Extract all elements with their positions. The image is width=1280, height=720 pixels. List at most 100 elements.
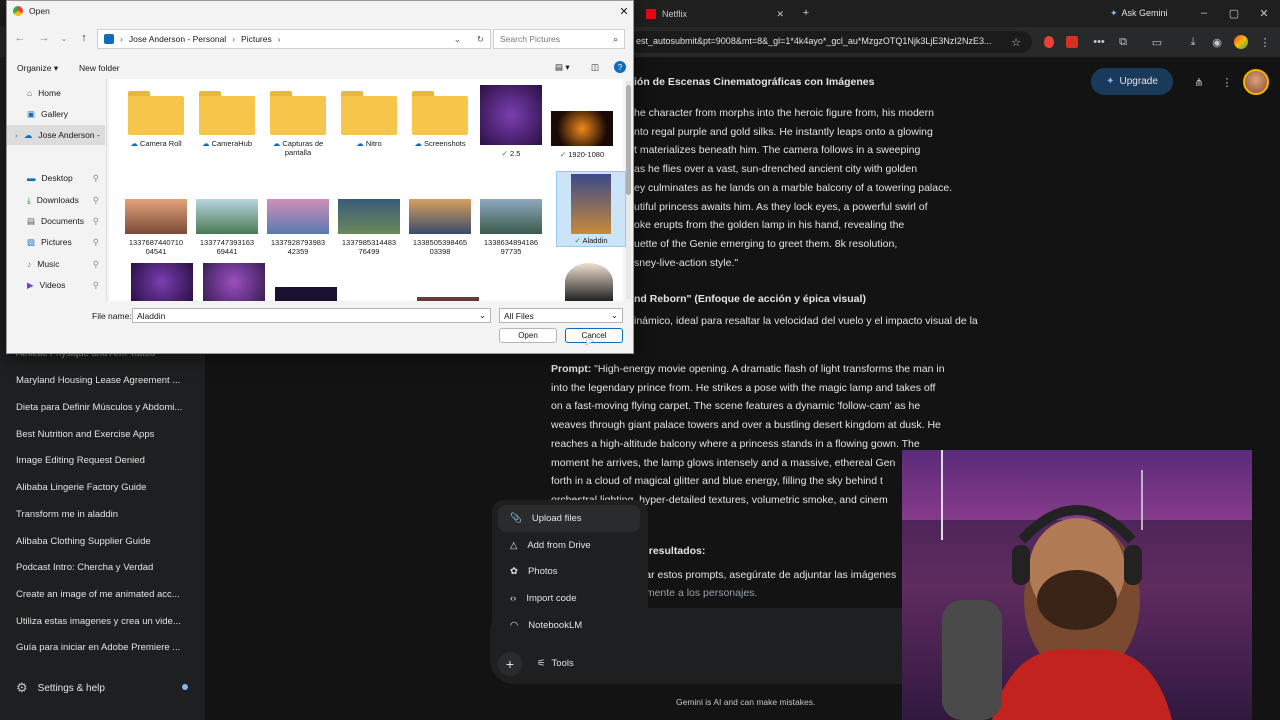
sync-icon: ☁: [356, 139, 364, 148]
image-thumbnail: [196, 199, 258, 234]
file-item[interactable]: 1337747393163 69441: [194, 199, 260, 256]
cast-icon[interactable]: ▭: [1150, 34, 1164, 50]
breadcrumb-item[interactable]: Jose Anderson - Personal: [129, 34, 226, 44]
extension-dots-icon[interactable]: •••: [1092, 34, 1106, 50]
more-options-icon[interactable]: ⋮: [1220, 74, 1234, 90]
upgrade-button[interactable]: ✦ Upgrade: [1091, 68, 1173, 95]
history-item[interactable]: Dieta para Definir Músculos y Abdomi...: [16, 402, 182, 413]
image-thumbnail[interactable]: [417, 297, 479, 301]
forward-arrow-icon[interactable]: →: [37, 31, 51, 45]
chevron-down-icon[interactable]: ⌄: [611, 310, 618, 321]
open-button[interactable]: Open: [499, 328, 557, 343]
nav-home[interactable]: ⌂ Home: [7, 83, 105, 103]
file-item[interactable]: ☁ Screenshots: [407, 91, 473, 148]
history-item[interactable]: Create an image of me animated acc...: [16, 589, 180, 600]
file-item[interactable]: 1338634894186 97735: [478, 199, 544, 256]
menu-add-from-drive[interactable]: △ Add from Drive: [498, 532, 640, 559]
address-bar[interactable]: est_autosubmit&pt=9008&mt=8&_gl=1*4k4ayo…: [628, 31, 1032, 53]
nav-desktop[interactable]: ▬ Desktop ⚲: [7, 168, 105, 188]
user-avatar[interactable]: [1243, 69, 1269, 95]
file-type-select[interactable]: All Files ⌄: [499, 308, 623, 323]
ask-gemini-button[interactable]: ✦ Ask Gemini: [1104, 5, 1174, 21]
chevron-down-icon[interactable]: ⌄: [479, 310, 486, 321]
breadcrumb[interactable]: › Jose Anderson - Personal › Pictures › …: [97, 29, 491, 49]
new-tab-icon[interactable]: +: [798, 5, 814, 21]
history-item[interactable]: Alibaba Lingerie Factory Guide: [16, 482, 146, 493]
up-arrow-icon[interactable]: ↑: [77, 31, 91, 45]
scrollbar-thumb[interactable]: [626, 85, 631, 195]
nav-pictures[interactable]: ▨ Pictures ⚲: [7, 232, 105, 252]
profile-avatar[interactable]: [1234, 35, 1248, 49]
history-item[interactable]: Guía para iniciar en Adobe Premiere ...: [16, 642, 180, 653]
tools-button[interactable]: ⚟ Tools: [537, 658, 574, 669]
sparkle-icon: ✦: [1110, 7, 1118, 18]
history-item[interactable]: Podcast Intro: Chercha y Verdad: [16, 562, 153, 573]
settings-help-item[interactable]: ⚙ Settings & help: [16, 680, 105, 696]
file-item[interactable]: ☁ CameraHub: [194, 91, 260, 148]
bookmark-star-icon[interactable]: ☆: [1008, 34, 1024, 50]
history-item[interactable]: Transform me in aladdin: [16, 509, 118, 520]
nav-gallery[interactable]: ▣ Gallery: [7, 104, 105, 124]
minimize-icon[interactable]: –: [1196, 5, 1212, 21]
scrollbar[interactable]: [626, 81, 631, 299]
maximize-icon[interactable]: ▢: [1226, 5, 1242, 21]
menu-upload-files[interactable]: 📎 Upload files: [498, 505, 640, 532]
close-dialog-icon[interactable]: ✕: [617, 3, 631, 19]
puzzle-icon[interactable]: ⧉: [1116, 34, 1130, 50]
help-icon[interactable]: ?: [614, 61, 626, 73]
chevron-down-icon[interactable]: ⌄: [454, 34, 461, 45]
file-name-value: Aladdin: [137, 310, 166, 321]
history-item[interactable]: Image Editing Request Denied: [16, 455, 145, 466]
preview-pane-icon[interactable]: ◫: [591, 62, 599, 73]
history-item[interactable]: Maryland Housing Lease Agreement ...: [16, 375, 180, 386]
section-heading: nd Reborn" (Enfoque de acción y épica vi…: [634, 293, 866, 305]
nav-videos[interactable]: ▶ Videos ⚲: [7, 275, 105, 295]
nav-onedrive[interactable]: › ☁ Jose Anderson -: [7, 125, 105, 145]
file-item[interactable]: 1337687440710 04541: [123, 199, 189, 256]
recent-dropdown-icon[interactable]: ⌄: [59, 31, 69, 45]
close-window-icon[interactable]: ✕: [1256, 5, 1272, 21]
history-item[interactable]: Utiliza estas imagenes y crea un vide...: [16, 616, 181, 627]
close-tab-icon[interactable]: ✕: [776, 9, 784, 20]
file-item[interactable]: ☁ Nitro: [336, 91, 402, 148]
view-options-icon[interactable]: ▤ ▾: [555, 62, 570, 73]
file-name-label: File name:: [92, 311, 132, 321]
tab-netflix[interactable]: Netflix ✕: [638, 3, 792, 25]
nav-music[interactable]: ♪ Music ⚲: [7, 254, 105, 274]
menu-kebab-icon[interactable]: ⋮: [1258, 34, 1272, 50]
adblock-icon[interactable]: [1066, 36, 1078, 48]
file-item[interactable]: 1337928793983 42359: [265, 199, 331, 256]
image-thumbnail[interactable]: [275, 287, 337, 301]
share-icon[interactable]: ⋔: [1192, 74, 1206, 90]
image-thumbnail[interactable]: [565, 263, 613, 301]
desktop-icon: ▬: [27, 173, 36, 183]
file-name-input[interactable]: Aladdin ⌄: [132, 308, 491, 323]
file-item[interactable]: ✓ 2.5: [478, 85, 544, 158]
new-folder-button[interactable]: New folder: [79, 63, 120, 73]
refresh-icon[interactable]: ↻: [477, 34, 484, 45]
add-attachment-button[interactable]: +: [498, 652, 522, 676]
image-thumbnail[interactable]: [131, 263, 193, 301]
search-field[interactable]: Search Pictures ⌕: [493, 29, 625, 49]
nav-downloads[interactable]: ⤓ Downloads ⚲: [7, 190, 105, 210]
file-item[interactable]: 1337985314483 76499: [336, 199, 402, 256]
menu-notebooklm[interactable]: ◠ NotebookLM: [498, 612, 640, 639]
menu-photos[interactable]: ✿ Photos: [498, 558, 640, 585]
file-item-selected[interactable]: ✓ Aladdin: [556, 171, 626, 247]
image-thumbnail[interactable]: [203, 263, 265, 301]
history-item[interactable]: Best Nutrition and Exercise Apps: [16, 429, 154, 440]
account-icon[interactable]: ◉: [1210, 34, 1224, 50]
nav-documents[interactable]: ▤ Documents ⚲: [7, 211, 105, 231]
back-arrow-icon[interactable]: ←: [13, 31, 27, 45]
extension-icon[interactable]: [1044, 36, 1054, 48]
gallery-icon: ▣: [27, 108, 36, 119]
file-item[interactable]: ✓ 1920-1080: [549, 111, 615, 159]
file-item[interactable]: ☁ Capturas de pantalla: [265, 91, 331, 157]
breadcrumb-item[interactable]: Pictures: [241, 34, 272, 44]
file-item[interactable]: ☁ Camera Roll: [123, 91, 189, 148]
history-item[interactable]: Alibaba Clothing Supplier Guide: [16, 536, 151, 547]
file-item[interactable]: 1338505398465 03398: [407, 199, 473, 256]
download-icon[interactable]: ⤓: [1186, 34, 1200, 50]
organize-menu[interactable]: Organize ▾: [17, 63, 58, 74]
menu-import-code[interactable]: ‹› Import code: [498, 585, 640, 612]
